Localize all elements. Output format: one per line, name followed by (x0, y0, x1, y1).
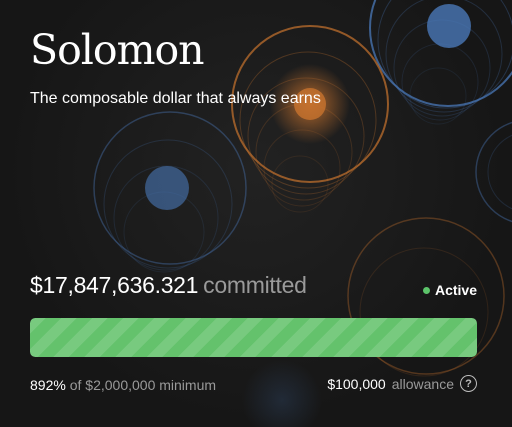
allowance-amount: $100,000 (327, 375, 386, 392)
progress-percent: 892% (30, 377, 66, 393)
minimum-label: minimum (159, 377, 217, 393)
committed-amount: $17,847,636.321 (30, 272, 199, 298)
committed-label: committed (203, 272, 307, 298)
progress-fill (30, 318, 477, 357)
progress-summary: 892% of $2,000,000 minimum (30, 377, 216, 393)
launch-card: Solomon The composable dollar that alway… (0, 0, 512, 427)
status-label: Active (434, 282, 477, 298)
tagline: The composable dollar that always earns (30, 90, 321, 107)
allowance-info: $100,000 allowance ? (327, 375, 477, 392)
minimum-amount: $2,000,000 (85, 377, 156, 393)
progress-bar (30, 318, 477, 357)
page-title: Solomon (30, 26, 205, 74)
allowance-label: allowance (391, 375, 454, 392)
of-label: of (69, 377, 82, 393)
status-badge: Active (422, 282, 477, 298)
status-dot-icon (422, 286, 430, 294)
help-icon[interactable]: ? (460, 375, 477, 392)
committed-total: $17,847,636.321 committed (30, 272, 307, 299)
